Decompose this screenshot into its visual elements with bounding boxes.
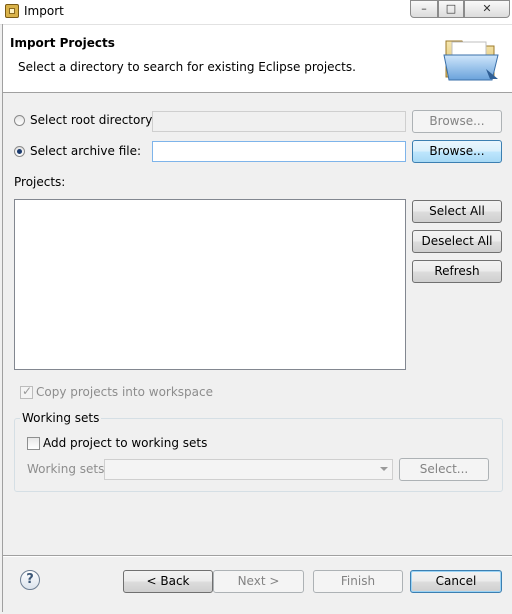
root-browse-button[interactable]: Browse...: [412, 110, 502, 133]
archive-browse-button[interactable]: Browse...: [412, 140, 502, 163]
refresh-button[interactable]: Refresh: [412, 260, 502, 283]
window-controls: – □ ✕: [410, 0, 510, 19]
copy-projects-checkbox[interactable]: ✓: [20, 384, 33, 399]
projects-label: Projects:: [14, 175, 66, 189]
archive-file-label: Select archive file:: [30, 144, 142, 158]
cancel-button[interactable]: Cancel: [410, 570, 502, 593]
help-button[interactable]: ?: [20, 570, 40, 590]
projects-list[interactable]: [14, 199, 406, 370]
chevron-down-icon: [380, 467, 388, 471]
back-button[interactable]: < Back: [123, 570, 213, 593]
footer-separator-highlight: [3, 556, 512, 557]
maximize-button[interactable]: □: [438, 0, 464, 18]
eclipse-app-icon: [5, 4, 19, 18]
dialog-border: [2, 24, 3, 612]
root-directory-input[interactable]: [152, 111, 406, 132]
working-sets-select-button[interactable]: Select...: [399, 458, 489, 481]
page-title: Import Projects: [10, 36, 115, 50]
page-description: Select a directory to search for existin…: [18, 60, 356, 74]
add-to-working-sets-checkbox[interactable]: [27, 437, 40, 450]
root-directory-label: Select root directory:: [30, 113, 156, 127]
finish-button[interactable]: Finish: [313, 570, 403, 593]
next-button[interactable]: Next >: [213, 570, 304, 593]
close-button[interactable]: ✕: [464, 0, 510, 18]
maximize-icon: □: [445, 2, 457, 15]
select-all-button[interactable]: Select All: [412, 200, 502, 223]
minimize-button[interactable]: –: [410, 0, 438, 18]
working-sets-combo[interactable]: [104, 459, 393, 480]
root-directory-radio[interactable]: [14, 115, 25, 126]
add-to-working-sets-label: Add project to working sets: [43, 436, 208, 450]
checkmark-icon: ✓: [22, 384, 33, 398]
folder-import-icon: [443, 40, 499, 81]
deselect-all-button[interactable]: Deselect All: [412, 230, 502, 253]
archive-file-input[interactable]: [152, 141, 406, 162]
working-sets-group-title: Working sets: [20, 411, 102, 425]
working-sets-label: Working sets:: [27, 462, 109, 476]
window-title: Import: [24, 4, 64, 18]
copy-projects-label: Copy projects into workspace: [36, 385, 214, 399]
close-icon: ✕: [482, 2, 492, 15]
minimize-icon: –: [421, 2, 427, 15]
archive-file-radio[interactable]: [14, 146, 25, 157]
